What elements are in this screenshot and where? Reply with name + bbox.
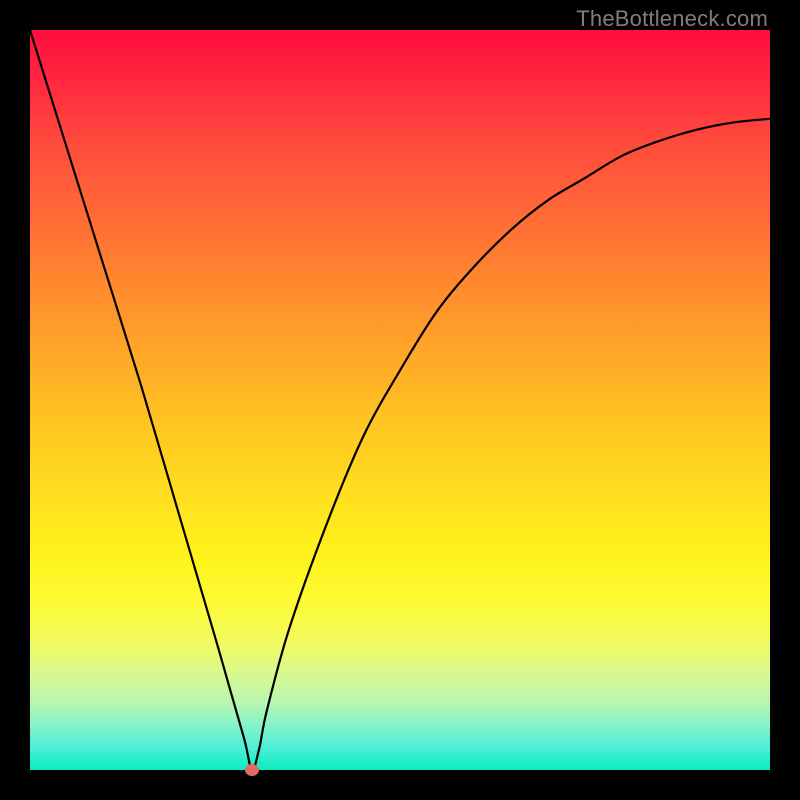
curve-layer xyxy=(30,30,770,770)
plot-area xyxy=(30,30,770,770)
chart-frame: TheBottleneck.com xyxy=(0,0,800,800)
bottleneck-curve xyxy=(30,30,770,770)
watermark-text: TheBottleneck.com xyxy=(576,6,768,32)
minimum-marker xyxy=(245,764,259,776)
